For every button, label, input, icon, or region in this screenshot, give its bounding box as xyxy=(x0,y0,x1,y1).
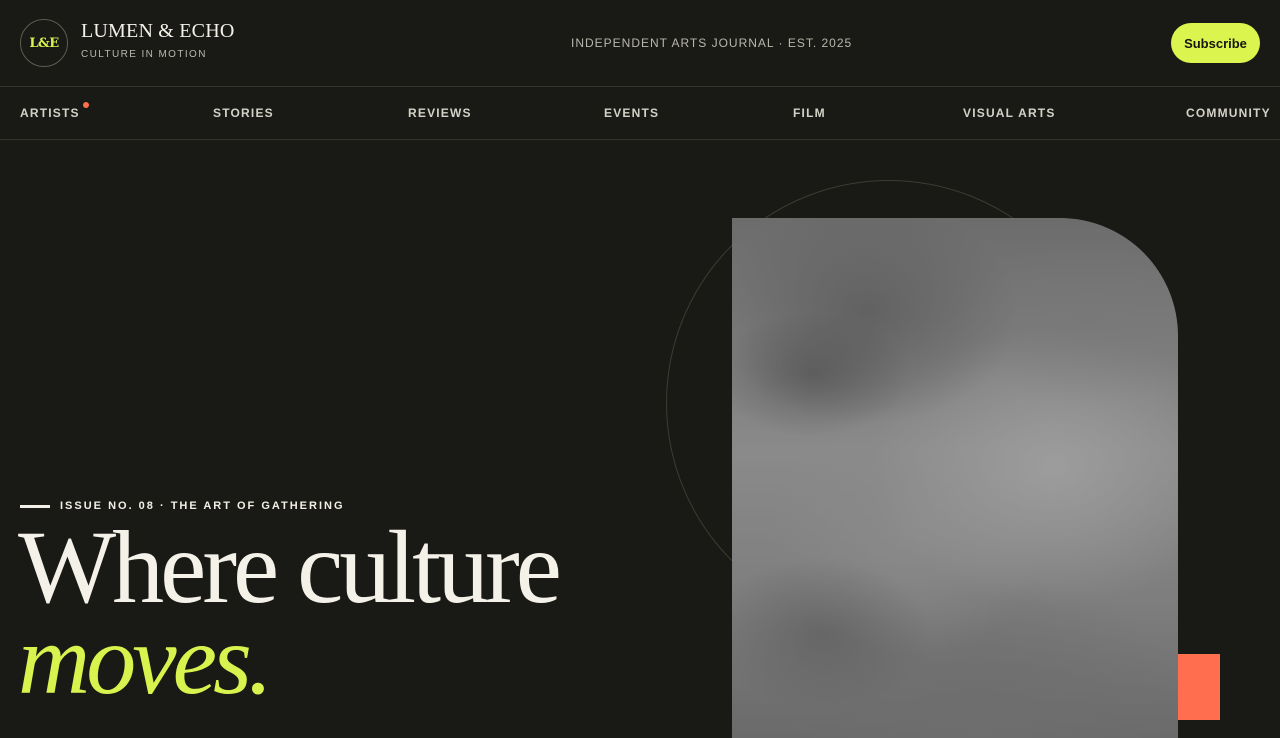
logo-mark[interactable]: L&E xyxy=(20,19,68,67)
nav-item-label: ARTISTS xyxy=(20,106,80,120)
hero-headline-accent: moves. xyxy=(18,604,273,715)
site-header: L&E LUMEN & ECHO CULTURE IN MOTION INDEP… xyxy=(0,0,1280,87)
hero-image xyxy=(732,218,1178,738)
nav-item-stories[interactable]: STORIES xyxy=(213,106,274,120)
nav-item-community[interactable]: COMMUNITY xyxy=(1186,106,1271,120)
nav-item-events[interactable]: EVENTS xyxy=(604,106,659,120)
nav-item-film[interactable]: FILM xyxy=(793,106,826,120)
nav-item-reviews[interactable]: REVIEWS xyxy=(408,106,472,120)
subscribe-button[interactable]: Subscribe xyxy=(1171,23,1260,63)
nav-item-artists[interactable]: ARTISTS xyxy=(20,102,89,120)
kicker-rule xyxy=(20,504,50,508)
accent-block xyxy=(1178,654,1220,720)
main-nav: ARTISTS STORIES REVIEWS EVENTS FILM VISU… xyxy=(0,87,1280,140)
brand-tagline: CULTURE IN MOTION xyxy=(81,49,207,60)
hero-headline: Where culture xyxy=(18,510,562,625)
brand-name[interactable]: LUMEN & ECHO xyxy=(81,20,235,43)
nav-item-visual-arts[interactable]: VISUAL ARTS xyxy=(963,106,1056,120)
hero-image-texture xyxy=(732,218,1178,738)
journal-tagline: INDEPENDENT ARTS JOURNAL · EST. 2025 xyxy=(571,36,853,50)
notification-dot xyxy=(82,102,89,108)
